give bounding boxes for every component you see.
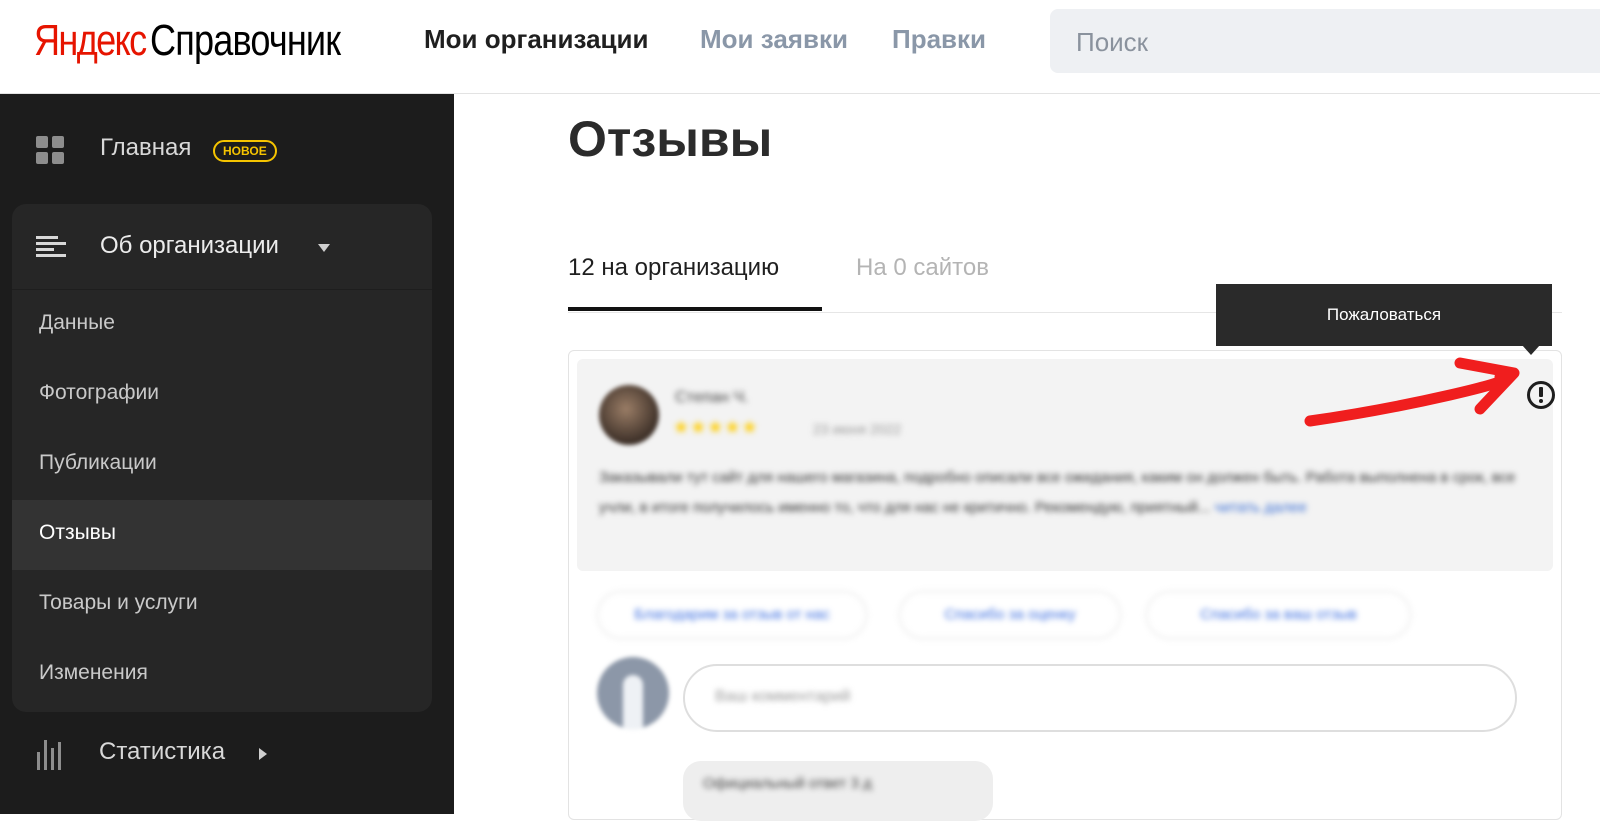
yandex-spravochnik-logo[interactable]: Яндекс Справочник xyxy=(34,16,382,66)
sidebar-item-photos[interactable]: Фотографии xyxy=(12,360,432,430)
annotation-arrow-icon xyxy=(1304,357,1520,427)
sidebar: Главная НОВОЕ Об организации Данные Фото… xyxy=(0,94,454,814)
review-text: Заказывали тут сайт для нашего магазина,… xyxy=(599,463,1519,523)
sidebar-item-data[interactable]: Данные xyxy=(12,290,432,360)
report-alert-icon[interactable] xyxy=(1527,381,1555,409)
grid-icon xyxy=(36,136,64,164)
quick-reply-chip[interactable]: Спасибо за оценку xyxy=(899,591,1121,639)
active-tab-underline xyxy=(568,307,822,311)
about-organization-panel: Об организации Данные Фотографии Публика… xyxy=(12,204,432,712)
tooltip-pointer xyxy=(1522,345,1540,355)
logo-product: Справочник xyxy=(149,16,341,65)
new-badge: НОВОЕ xyxy=(213,140,277,162)
sidebar-item-goods-services[interactable]: Товары и услуги xyxy=(12,570,432,640)
search-input[interactable]: Поиск xyxy=(1050,9,1600,73)
sidebar-item-label: Данные xyxy=(39,311,115,334)
quick-reply-chip[interactable]: Благодарим за отзыв от нас xyxy=(597,591,867,639)
nav-edits[interactable]: Правки xyxy=(892,24,986,55)
sidebar-item-label: Изменения xyxy=(39,661,148,684)
sidebar-item-reviews[interactable]: Отзывы xyxy=(12,500,432,570)
bar-chart-icon xyxy=(37,740,65,770)
comment-input[interactable]: Ваш комментарий xyxy=(683,664,1517,732)
nav-my-organizations[interactable]: Мои организации xyxy=(424,24,648,55)
sidebar-item-label: Об организации xyxy=(100,232,279,259)
official-reply-bubble: Официальный ответ 3 д xyxy=(683,761,993,821)
tab-site-reviews[interactable]: На 0 сайтов xyxy=(856,254,989,282)
sidebar-item-label: Фотографии xyxy=(39,381,160,404)
official-reply-label: Официальный ответ 3 д xyxy=(703,775,872,792)
read-more-link[interactable]: читать далее xyxy=(1215,499,1307,516)
comment-placeholder: Ваш комментарий xyxy=(715,688,851,705)
chevron-down-icon xyxy=(318,244,330,252)
logo-brand: Яндекс xyxy=(34,16,147,65)
lines-icon xyxy=(36,236,66,258)
report-tooltip: Пожаловаться xyxy=(1216,284,1552,346)
reviewer-avatar xyxy=(599,385,659,445)
rating-stars: ★★★★★ xyxy=(673,417,759,437)
sidebar-item-label: Публикации xyxy=(39,451,157,474)
owner-avatar xyxy=(597,657,669,729)
sidebar-item-publications[interactable]: Публикации xyxy=(12,430,432,500)
sidebar-item-label: Отзывы xyxy=(39,521,116,544)
sidebar-item-changes[interactable]: Изменения xyxy=(12,640,432,710)
sidebar-item-home[interactable]: Главная НОВОЕ xyxy=(0,116,454,186)
reviewer-name: Степан Ч. xyxy=(675,389,749,406)
sidebar-item-label: Товары и услуги xyxy=(39,591,198,614)
nav-my-requests[interactable]: Мои заявки xyxy=(700,24,848,55)
page-title: Отзывы xyxy=(568,111,773,167)
sidebar-item-label: Статистика xyxy=(99,738,226,765)
quick-reply-chip[interactable]: Спасибо за ваш отзыв xyxy=(1146,591,1411,639)
chevron-right-icon xyxy=(259,748,267,760)
top-header: Яндекс Справочник Мои организации Мои за… xyxy=(0,0,1600,94)
search-placeholder: Поиск xyxy=(1076,27,1149,57)
review-text-content: Заказывали тут сайт для нашего магазина,… xyxy=(599,469,1516,516)
sidebar-item-label: Главная xyxy=(100,134,192,161)
sidebar-item-about-organization[interactable]: Об организации xyxy=(12,204,432,290)
review-date: 23 июня 2022 xyxy=(813,421,902,437)
sidebar-item-statistics[interactable]: Статистика xyxy=(0,716,454,786)
tab-organization-reviews[interactable]: 12 на организацию xyxy=(568,254,779,282)
